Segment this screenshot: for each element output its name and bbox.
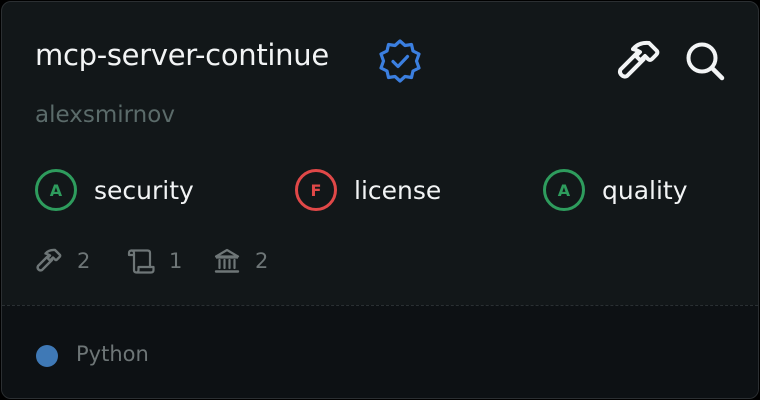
- language-name: Python: [76, 342, 149, 366]
- score-label: quality: [602, 175, 688, 205]
- score-quality[interactable]: A quality: [543, 166, 688, 214]
- stat-tools: 2: [35, 246, 90, 276]
- tools-count: 2: [77, 249, 91, 273]
- stat-resources: 2: [213, 246, 268, 276]
- card-footer: Python: [2, 305, 758, 398]
- score-security[interactable]: A security: [35, 166, 194, 214]
- grade-badge: A: [543, 169, 585, 211]
- score-label: license: [354, 175, 442, 205]
- server-card[interactable]: mcp-server-continue alexsmirnov A securi…: [1, 1, 759, 399]
- prompts-count: 1: [169, 249, 183, 273]
- scroll-icon: [127, 247, 155, 275]
- resources-count: 2: [255, 249, 269, 273]
- grade-badge: A: [35, 169, 77, 211]
- bank-icon: [213, 247, 241, 275]
- verified-badge-icon: [377, 38, 423, 84]
- hammer-icon: [35, 247, 63, 275]
- grade-badge: F: [295, 169, 337, 211]
- score-license[interactable]: F license: [295, 166, 441, 214]
- search-icon: [686, 42, 725, 81]
- author-name[interactable]: alexsmirnov: [35, 102, 175, 128]
- stat-prompts: 1: [127, 246, 182, 276]
- tools-button[interactable]: [614, 38, 664, 84]
- score-label: security: [94, 175, 194, 205]
- search-button[interactable]: [680, 38, 730, 84]
- hammer-icon: [617, 40, 660, 79]
- language-dot: [36, 345, 58, 367]
- server-name[interactable]: mcp-server-continue: [35, 38, 329, 72]
